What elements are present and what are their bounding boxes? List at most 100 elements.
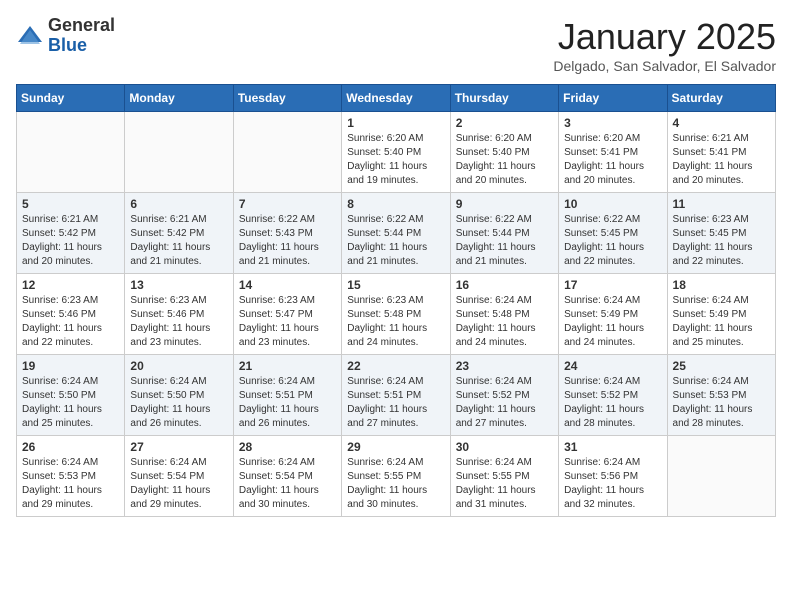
day-number: 17 <box>564 278 661 292</box>
day-number: 11 <box>673 197 770 211</box>
weekday-header-tuesday: Tuesday <box>233 85 341 112</box>
day-number: 28 <box>239 440 336 454</box>
day-number: 3 <box>564 116 661 130</box>
day-number: 22 <box>347 359 444 373</box>
calendar-week-row: 12 Sunrise: 6:23 AM Sunset: 5:46 PM Dayli… <box>17 274 776 355</box>
day-info: Sunrise: 6:24 AM Sunset: 5:52 PM Dayligh… <box>456 375 553 431</box>
calendar-cell: 31 Sunrise: 6:24 AM Sunset: 5:56 PM Dayli… <box>559 436 667 517</box>
logo-icon <box>16 22 44 50</box>
day-number: 19 <box>22 359 119 373</box>
day-number: 24 <box>564 359 661 373</box>
calendar-cell: 1Sunrise: 6:20 AM Sunset: 5:40 PM Daylig… <box>342 112 450 193</box>
day-info: Sunrise: 6:23 AM Sunset: 5:46 PM Dayligh… <box>22 294 119 350</box>
calendar-cell: 13 Sunrise: 6:23 AM Sunset: 5:46 PM Dayli… <box>125 274 233 355</box>
day-number: 7 <box>239 197 336 211</box>
page-header: General Blue January 2025 Delgado, San S… <box>16 16 776 74</box>
day-number: 20 <box>130 359 227 373</box>
calendar-cell: 30 Sunrise: 6:24 AM Sunset: 5:55 PM Dayli… <box>450 436 558 517</box>
day-number: 23 <box>456 359 553 373</box>
day-number: 4 <box>673 116 770 130</box>
day-info: Sunrise: 6:24 AM Sunset: 5:53 PM Dayligh… <box>673 375 770 431</box>
day-info: Sunrise: 6:24 AM Sunset: 5:50 PM Dayligh… <box>130 375 227 431</box>
weekday-header-monday: Monday <box>125 85 233 112</box>
day-number: 18 <box>673 278 770 292</box>
calendar-cell: 3 Sunrise: 6:20 AM Sunset: 5:41 PM Daylig… <box>559 112 667 193</box>
day-number: 29 <box>347 440 444 454</box>
day-info: Sunrise: 6:23 AM Sunset: 5:47 PM Dayligh… <box>239 294 336 350</box>
month-title: January 2025 <box>553 16 776 58</box>
weekday-header-row: SundayMondayTuesdayWednesdayThursdayFrid… <box>17 85 776 112</box>
day-info: Sunrise: 6:24 AM Sunset: 5:54 PM Dayligh… <box>130 456 227 512</box>
day-info: Sunrise: 6:24 AM Sunset: 5:49 PM Dayligh… <box>564 294 661 350</box>
day-number: 9 <box>456 197 553 211</box>
day-info: Sunrise: 6:23 AM Sunset: 5:46 PM Dayligh… <box>130 294 227 350</box>
day-info: Sunrise: 6:24 AM Sunset: 5:54 PM Dayligh… <box>239 456 336 512</box>
day-number: 12 <box>22 278 119 292</box>
day-number: 1 <box>347 116 444 130</box>
calendar-cell: 9 Sunrise: 6:22 AM Sunset: 5:44 PM Daylig… <box>450 193 558 274</box>
calendar-cell: 11 Sunrise: 6:23 AM Sunset: 5:45 PM Dayli… <box>667 193 775 274</box>
calendar-cell: 15 Sunrise: 6:23 AM Sunset: 5:48 PM Dayli… <box>342 274 450 355</box>
day-info: Sunrise: 6:21 AM Sunset: 5:42 PM Dayligh… <box>22 213 119 269</box>
day-number: 8 <box>347 197 444 211</box>
calendar-cell: 18 Sunrise: 6:24 AM Sunset: 5:49 PM Dayli… <box>667 274 775 355</box>
calendar-cell: 20 Sunrise: 6:24 AM Sunset: 5:50 PM Dayli… <box>125 355 233 436</box>
weekday-header-thursday: Thursday <box>450 85 558 112</box>
weekday-header-wednesday: Wednesday <box>342 85 450 112</box>
day-number: 6 <box>130 197 227 211</box>
day-info: Sunrise: 6:24 AM Sunset: 5:51 PM Dayligh… <box>347 375 444 431</box>
day-number: 25 <box>673 359 770 373</box>
calendar-week-row: 1 Sunrise: 6:20 AM Sunset: 5:40 PM Daylig… <box>17 112 776 193</box>
day-info: Sunrise: 6:20 AM Sunset: 5:40 PM Dayligh… <box>456 132 553 188</box>
calendar-cell <box>667 436 775 517</box>
day-info: Sunrise: 6:24 AM Sunset: 5:55 PM Dayligh… <box>456 456 553 512</box>
day-number: 13 <box>130 278 227 292</box>
calendar-cell: 12 Sunrise: 6:23 AM Sunset: 5:46 PM Dayli… <box>17 274 125 355</box>
calendar-cell: 2 Sunrise: 6:20 AM Sunset: 5:40 PM Daylig… <box>450 112 558 193</box>
calendar-cell: 7 Sunrise: 6:22 AM Sunset: 5:43 PM Daylig… <box>233 193 341 274</box>
day-info: Sunrise: 6:24 AM Sunset: 5:50 PM Dayligh… <box>22 375 119 431</box>
day-info: Sunrise: 6:24 AM Sunset: 5:56 PM Dayligh… <box>564 456 661 512</box>
day-info: Sunrise: 6:22 AM Sunset: 5:44 PM Dayligh… <box>347 213 444 269</box>
day-info: Sunrise: 6:22 AM Sunset: 5:43 PM Dayligh… <box>239 213 336 269</box>
calendar-cell <box>17 112 125 193</box>
day-number: 14 <box>239 278 336 292</box>
calendar-cell: 17 Sunrise: 6:24 AM Sunset: 5:49 PM Dayli… <box>559 274 667 355</box>
calendar-cell: 10Sunrise: 6:22 AM Sunset: 5:45 PM Dayli… <box>559 193 667 274</box>
day-info: Sunrise: 6:21 AM Sunset: 5:41 PM Dayligh… <box>673 132 770 188</box>
day-number: 21 <box>239 359 336 373</box>
weekday-header-friday: Friday <box>559 85 667 112</box>
logo: General Blue <box>16 16 115 56</box>
calendar-week-row: 5 Sunrise: 6:21 AM Sunset: 5:42 PM Daylig… <box>17 193 776 274</box>
day-info: Sunrise: 6:23 AM Sunset: 5:45 PM Dayligh… <box>673 213 770 269</box>
day-info: Sunrise: 6:24 AM Sunset: 5:49 PM Dayligh… <box>673 294 770 350</box>
calendar-cell <box>233 112 341 193</box>
day-info: Sunrise: 6:24 AM Sunset: 5:52 PM Dayligh… <box>564 375 661 431</box>
calendar-cell: 16Sunrise: 6:24 AM Sunset: 5:48 PM Dayli… <box>450 274 558 355</box>
calendar-cell: 27 Sunrise: 6:24 AM Sunset: 5:54 PM Dayli… <box>125 436 233 517</box>
calendar-cell: 4 Sunrise: 6:21 AM Sunset: 5:41 PM Daylig… <box>667 112 775 193</box>
day-number: 10 <box>564 197 661 211</box>
calendar-cell: 19 Sunrise: 6:24 AM Sunset: 5:50 PM Dayli… <box>17 355 125 436</box>
calendar-cell: 24 Sunrise: 6:24 AM Sunset: 5:52 PM Dayli… <box>559 355 667 436</box>
day-info: Sunrise: 6:22 AM Sunset: 5:44 PM Dayligh… <box>456 213 553 269</box>
day-info: Sunrise: 6:21 AM Sunset: 5:42 PM Dayligh… <box>130 213 227 269</box>
calendar-cell: 14 Sunrise: 6:23 AM Sunset: 5:47 PM Dayli… <box>233 274 341 355</box>
day-info: Sunrise: 6:23 AM Sunset: 5:48 PM Dayligh… <box>347 294 444 350</box>
calendar-cell: 23 Sunrise: 6:24 AM Sunset: 5:52 PM Dayli… <box>450 355 558 436</box>
day-info: Sunrise: 6:24 AM Sunset: 5:48 PM Dayligh… <box>456 294 553 350</box>
logo-general-text: General <box>48 16 115 36</box>
day-number: 2 <box>456 116 553 130</box>
day-number: 31 <box>564 440 661 454</box>
calendar-cell: 29Sunrise: 6:24 AM Sunset: 5:55 PM Dayli… <box>342 436 450 517</box>
day-number: 5 <box>22 197 119 211</box>
calendar-cell: 28 Sunrise: 6:24 AM Sunset: 5:54 PM Dayli… <box>233 436 341 517</box>
weekday-header-sunday: Sunday <box>17 85 125 112</box>
day-number: 30 <box>456 440 553 454</box>
day-info: Sunrise: 6:24 AM Sunset: 5:53 PM Dayligh… <box>22 456 119 512</box>
logo-blue-text: Blue <box>48 36 115 56</box>
calendar-table: SundayMondayTuesdayWednesdayThursdayFrid… <box>16 84 776 517</box>
day-number: 27 <box>130 440 227 454</box>
day-info: Sunrise: 6:20 AM Sunset: 5:41 PM Dayligh… <box>564 132 661 188</box>
day-number: 15 <box>347 278 444 292</box>
